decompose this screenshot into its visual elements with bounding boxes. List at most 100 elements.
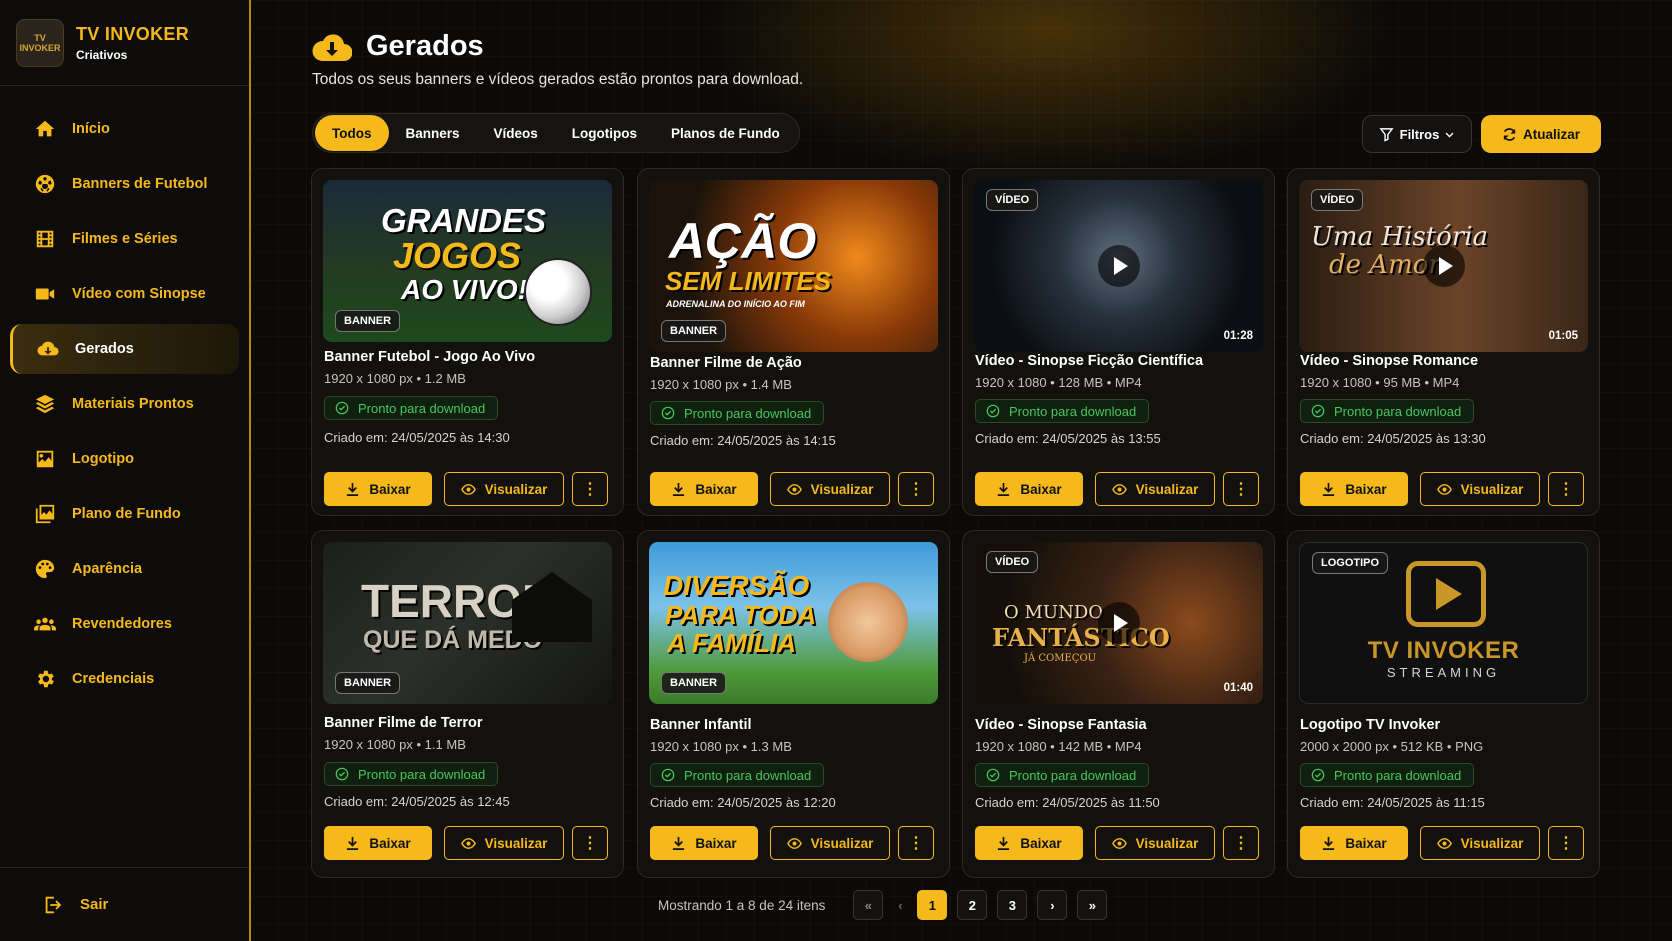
- card-thumbnail[interactable]: DIVERSÃO PARA TODA A FAMÍLIA BANNER: [649, 542, 938, 704]
- view-button[interactable]: Visualizar: [1420, 826, 1540, 860]
- download-icon: [1323, 836, 1335, 850]
- more-options-button[interactable]: ⋮: [1548, 472, 1584, 506]
- view-button[interactable]: Visualizar: [1420, 472, 1540, 506]
- thumb-text: O MUNDO: [1004, 602, 1104, 623]
- play-icon[interactable]: [1097, 245, 1140, 287]
- eye-icon: [1436, 483, 1452, 495]
- more-options-button[interactable]: ⋮: [572, 826, 608, 860]
- card-thumbnail[interactable]: TERROR QUE DÁ MEDO BANNER: [323, 542, 612, 704]
- sidebar-item-aparencia[interactable]: Aparência: [10, 544, 239, 594]
- status-label: Pronto para download: [684, 405, 812, 421]
- more-options-button[interactable]: ⋮: [1548, 826, 1584, 860]
- eye-icon: [460, 483, 476, 495]
- image-icon: [36, 450, 54, 468]
- page-button-3[interactable]: 3: [997, 890, 1028, 920]
- check-circle-icon: [661, 406, 675, 420]
- view-button[interactable]: Visualizar: [770, 826, 890, 860]
- sidebar-item-label: Credenciais: [72, 671, 155, 687]
- more-options-button[interactable]: ⋮: [1223, 472, 1259, 506]
- sidebar-item-revendedores[interactable]: Revendedores: [10, 599, 239, 649]
- logout-button[interactable]: Sair: [0, 867, 249, 941]
- card-thumbnail[interactable]: AÇÃO SEM LIMITES ADRENALINA DO INÍCIO AO…: [649, 180, 938, 352]
- view-button[interactable]: Visualizar: [770, 472, 890, 506]
- download-button[interactable]: Baixar: [1300, 826, 1408, 860]
- view-button[interactable]: Visualizar: [444, 472, 564, 506]
- card-meta: 1920 x 1080 px • 1.3 MB: [650, 739, 792, 754]
- card-date: Criado em: 24/05/2025 às 13:30: [1300, 431, 1486, 446]
- card-thumbnail[interactable]: LOGOTIPO TV INVOKER STREAMING: [1299, 542, 1588, 704]
- tab-logotipos[interactable]: Logotipos: [555, 115, 654, 151]
- last-page-button[interactable]: »: [1077, 890, 1108, 920]
- film-icon: [36, 230, 54, 248]
- card-date: Criado em: 24/05/2025 às 12:45: [324, 794, 510, 809]
- tab-videos[interactable]: Vídeos: [477, 115, 555, 151]
- page-button-1[interactable]: 1: [917, 890, 948, 920]
- download-button[interactable]: Baixar: [650, 826, 758, 860]
- sidebar-item-label: Logotipo: [72, 451, 135, 467]
- download-button[interactable]: Baixar: [975, 472, 1083, 506]
- download-icon: [998, 836, 1010, 850]
- card-actions: Baixar Visualizar ⋮: [1300, 826, 1587, 860]
- sidebar-item-logotipo[interactable]: Logotipo: [10, 434, 239, 484]
- check-circle-icon: [335, 401, 349, 415]
- play-icon[interactable]: [1422, 245, 1465, 287]
- sidebar-item-label: Aparência: [72, 561, 143, 577]
- sidebar-item-materiais-prontos[interactable]: Materiais Prontos: [10, 379, 239, 429]
- gear-icon: [38, 670, 54, 688]
- type-badge: VÍDEO: [986, 189, 1039, 211]
- sidebar-item-filmes-series[interactable]: Filmes e Séries: [10, 214, 239, 264]
- media-card: VÍDEO 01:28 Vídeo - Sinopse Ficção Cient…: [962, 168, 1275, 516]
- more-options-button[interactable]: ⋮: [572, 472, 608, 506]
- refresh-button[interactable]: Atualizar: [1481, 115, 1601, 153]
- sidebar-item-banners-futebol[interactable]: Banners de Futebol: [10, 159, 239, 209]
- thumb-text: AO VIVO!: [401, 274, 528, 305]
- download-button[interactable]: Baixar: [324, 472, 432, 506]
- view-button[interactable]: Visualizar: [444, 826, 564, 860]
- card-thumbnail[interactable]: VÍDEO Uma História de Amor 01:05: [1299, 180, 1588, 352]
- card-actions: Baixar Visualizar ⋮: [975, 472, 1262, 506]
- filter-button[interactable]: Filtros: [1362, 115, 1472, 153]
- brand: TV INVOKER TV INVOKER Criativos: [0, 0, 249, 86]
- next-page-button[interactable]: ›: [1037, 890, 1068, 920]
- thumb-text: JÁ COMEÇOU: [1024, 653, 1097, 664]
- view-label: Visualizar: [1135, 835, 1199, 851]
- card-meta: 1920 x 1080 px • 1.2 MB: [324, 371, 466, 386]
- card-thumbnail[interactable]: VÍDEO 01:28: [974, 180, 1263, 352]
- check-circle-icon: [335, 767, 349, 781]
- view-button[interactable]: Visualizar: [1095, 472, 1215, 506]
- tab-planos-fundo[interactable]: Planos de Fundo: [654, 115, 797, 151]
- tab-banners[interactable]: Banners: [389, 115, 477, 151]
- more-options-button[interactable]: ⋮: [898, 826, 934, 860]
- sidebar-item-plano-fundo[interactable]: Plano de Fundo: [10, 489, 239, 539]
- page-button-2[interactable]: 2: [957, 890, 988, 920]
- download-button[interactable]: Baixar: [324, 826, 432, 860]
- card-thumbnail[interactable]: GRANDES JOGOS AO VIVO! BANNER: [323, 180, 612, 342]
- sidebar-item-label: Banners de Futebol: [72, 176, 208, 192]
- filter-tabs: Todos Banners Vídeos Logotipos Planos de…: [312, 113, 800, 153]
- download-label: Baixar: [1345, 481, 1387, 497]
- brand-logo[interactable]: TV INVOKER: [16, 18, 64, 67]
- prev-page-button[interactable]: ‹: [893, 890, 907, 920]
- sidebar-item-gerados[interactable]: Gerados: [10, 324, 239, 374]
- status-badge: Pronto para download: [650, 763, 825, 787]
- download-button[interactable]: Baixar: [1300, 472, 1408, 506]
- card-thumbnail[interactable]: VÍDEO O MUNDO FANTÁSTICO JÁ COMEÇOU 01:4…: [974, 542, 1263, 704]
- card-meta: 1920 x 1080 • 142 MB • MP4: [975, 739, 1142, 754]
- status-label: Pronto para download: [1009, 767, 1137, 783]
- soccer-ball-icon: [35, 174, 55, 194]
- download-button[interactable]: Baixar: [650, 472, 758, 506]
- more-options-button[interactable]: ⋮: [1223, 826, 1259, 860]
- download-button[interactable]: Baixar: [975, 826, 1083, 860]
- play-icon[interactable]: [1097, 602, 1140, 644]
- sidebar-item-credenciais[interactable]: Credenciais: [10, 654, 239, 704]
- view-button[interactable]: Visualizar: [1095, 826, 1215, 860]
- sidebar-item-video-sinopse[interactable]: Vídeo com Sinopse: [10, 269, 239, 319]
- sidebar-item-inicio[interactable]: Início: [10, 104, 239, 154]
- download-icon: [998, 482, 1010, 496]
- first-page-button[interactable]: «: [853, 890, 884, 920]
- sidebar: TV INVOKER TV INVOKER Criativos Início B…: [0, 0, 251, 941]
- eye-icon: [1111, 483, 1127, 495]
- eye-icon: [460, 837, 476, 849]
- tab-todos[interactable]: Todos: [315, 115, 389, 151]
- more-options-button[interactable]: ⋮: [898, 472, 934, 506]
